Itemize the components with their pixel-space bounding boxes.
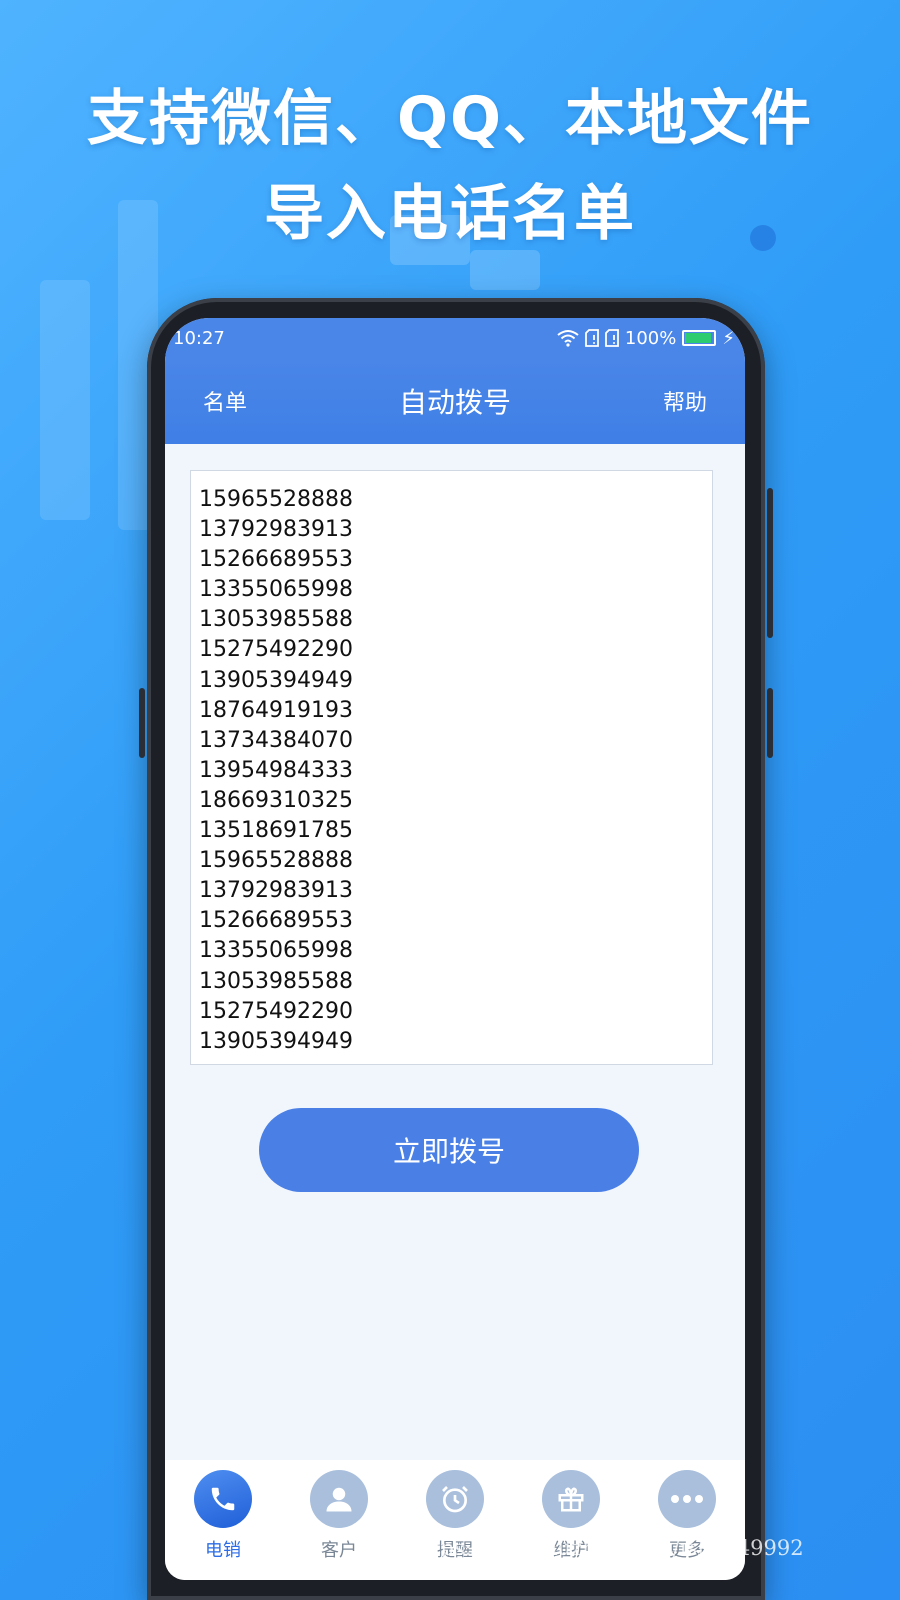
side-button <box>767 488 773 638</box>
bottom-tab-bar: 电销 客户 提醒 维护 更多 <box>165 1460 745 1580</box>
watermark: https://www.huzhan.com/ishop49992 <box>410 1536 804 1560</box>
headline-line-1: 支持微信、QQ、本地文件 <box>86 84 813 154</box>
tab-label: 客户 <box>321 1540 357 1561</box>
list-tab-button[interactable]: 名单 <box>203 385 247 417</box>
phone-number-item: 15275492290 <box>199 637 353 663</box>
phone-number-item: 13905394949 <box>199 667 353 693</box>
phone-number-item: 13792983913 <box>199 878 353 904</box>
phone-number-item: 13053985588 <box>199 968 353 994</box>
background-building <box>40 280 90 520</box>
phone-number-item: 13734384070 <box>199 727 353 753</box>
phone-number-item: 15275492290 <box>199 998 353 1024</box>
phone-number-item: 15965528888 <box>199 848 353 874</box>
status-icons: 100% ⚡ <box>557 328 735 349</box>
status-time: 10:27 <box>173 327 225 349</box>
side-button <box>139 688 145 758</box>
dial-now-button[interactable]: 立即拨号 <box>259 1108 639 1192</box>
page-title: 自动拨号 <box>398 386 511 419</box>
phone-number-item: 18764919193 <box>199 697 353 723</box>
app-bar: 名单 自动拨号 帮助 <box>165 358 745 444</box>
phone-number-item: 13355065998 <box>199 577 353 603</box>
side-button <box>767 688 773 758</box>
more-icon <box>658 1470 716 1528</box>
phone-number-list[interactable]: 15965528888 13792983913 15266689553 1335506… <box>190 470 713 1065</box>
phone-number-item: 13518691785 <box>199 818 353 844</box>
phone-number-item: 13053985588 <box>199 607 353 633</box>
gift-icon <box>542 1470 600 1528</box>
phone-icon <box>194 1470 252 1528</box>
phone-number-item: 15266689553 <box>199 908 353 934</box>
wifi-icon <box>557 330 579 347</box>
help-button[interactable]: 帮助 <box>663 385 707 417</box>
alarm-clock-icon <box>426 1470 484 1528</box>
phone-number-item: 15965528888 <box>199 487 353 512</box>
phone-number-item: 13792983913 <box>199 517 353 543</box>
background-block <box>470 250 540 290</box>
tab-customers[interactable]: 客户 <box>294 1470 384 1562</box>
battery-percent: 100% <box>624 327 677 349</box>
status-bar: 10:27 100% ⚡ <box>165 318 745 358</box>
phone-screen: 10:27 100% ⚡ 名单 自动拨号 帮助 15965528888 1379… <box>165 318 745 1580</box>
phone-number-item: 18669310325 <box>199 787 353 813</box>
phone-number-item: 13355065998 <box>199 938 353 964</box>
phone-number-item: 15266689553 <box>199 547 353 573</box>
tab-sales[interactable]: 电销 <box>178 1470 268 1562</box>
sim-card-icon <box>604 329 619 347</box>
person-icon <box>310 1470 368 1528</box>
tab-label: 电销 <box>205 1540 241 1561</box>
phone-number-item: 13905394949 <box>199 1028 353 1054</box>
battery-icon <box>682 330 717 346</box>
phone-number-item: 13954984333 <box>199 757 353 783</box>
sim-card-icon <box>584 329 599 347</box>
headline-line-2: 导入电话名单 <box>264 179 636 249</box>
